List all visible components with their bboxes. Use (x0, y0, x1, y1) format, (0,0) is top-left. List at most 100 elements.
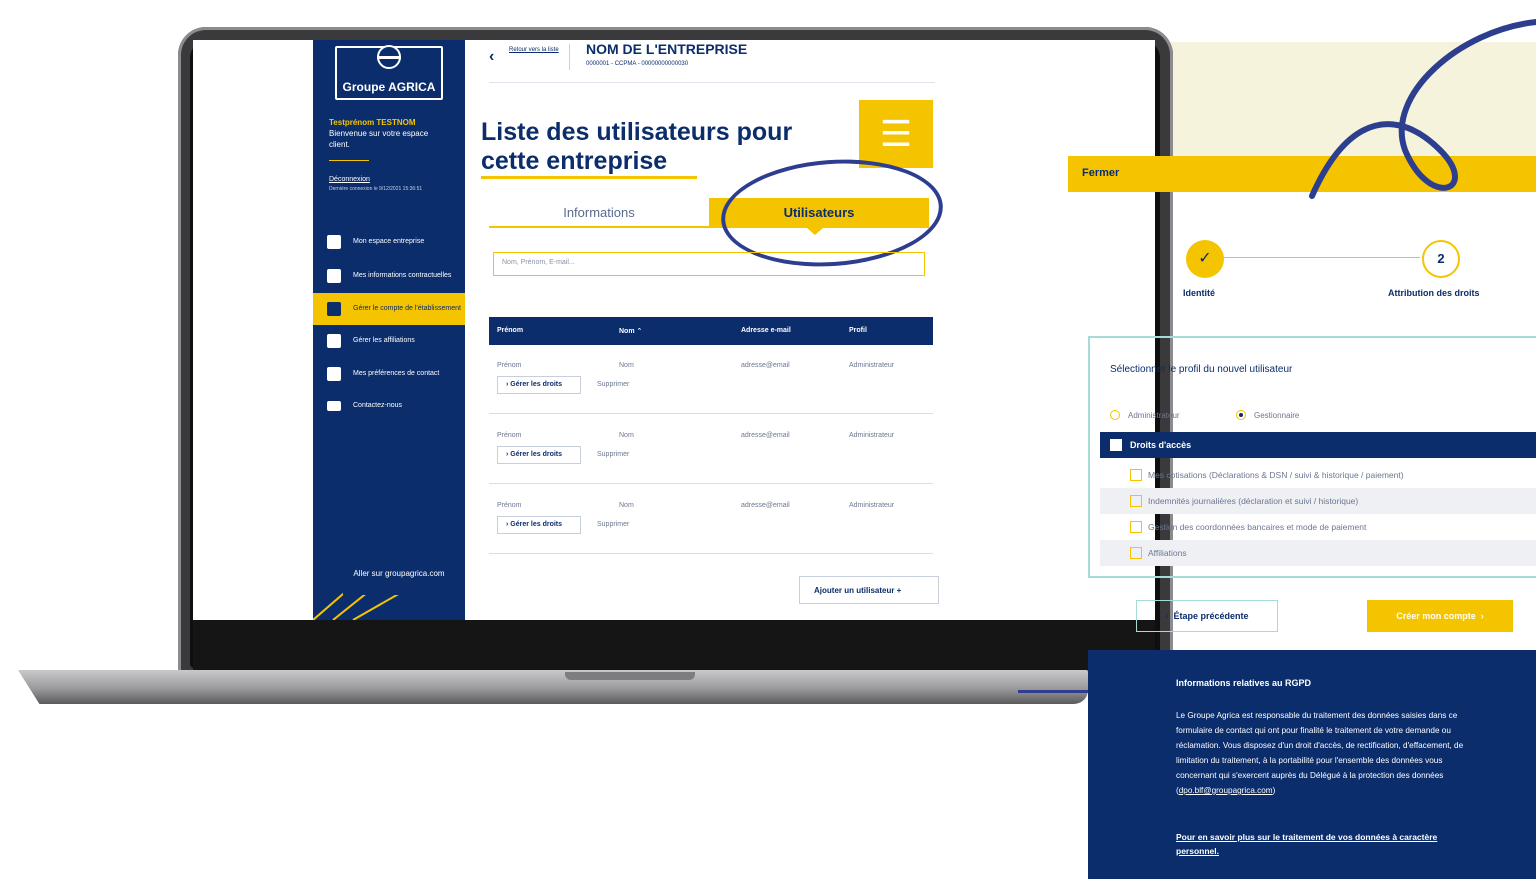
cell-nom: Nom (619, 432, 634, 439)
radio-selected-icon (1236, 410, 1246, 420)
logo-text: Groupe AGRICA (342, 80, 436, 94)
right-label: Gestion des coordonnées bancaires et mod… (1148, 522, 1367, 532)
form-title: Sélectionner le profil du nouvel utilisa… (1110, 364, 1293, 375)
sidebar-item-informations[interactable]: Mes informations contractuelles (313, 260, 465, 292)
delete-link[interactable]: Supprimer (597, 381, 629, 388)
checkbox-icon[interactable] (1130, 469, 1142, 481)
cell-prenom: Prénom (497, 362, 522, 369)
right-option[interactable]: Indemnités journalières (déclaration et … (1100, 488, 1536, 514)
document-icon (327, 367, 341, 381)
building-icon (327, 235, 341, 249)
sidebar-item-label: Contactez-nous (353, 402, 403, 409)
sidebar: Groupe AGRICA Testprénom TESTNOM Bienven… (313, 40, 465, 620)
cell-email: adresse@email (741, 432, 790, 439)
dpo-email-link[interactable]: dpo.blf@groupagrica.com (1179, 786, 1273, 795)
sidebar-item-label: Mon espace entreprise (353, 238, 425, 245)
chevron-left-icon[interactable]: ‹ (489, 48, 494, 66)
checkbox-icon[interactable] (1130, 495, 1142, 507)
sidebar-item-preferences[interactable]: Mes préférences de contact (313, 358, 465, 390)
rgpd-title: Informations relatives au RGPD (1176, 678, 1312, 688)
column-header[interactable]: Adresse e-mail (741, 327, 791, 334)
button-label: Gérer les droits (510, 451, 563, 458)
rgpd-text: Le Groupe Agrica est responsable du trai… (1176, 711, 1464, 795)
radio-label: Gestionnaire (1254, 410, 1300, 420)
mockup-stage: Groupe AGRICA Testprénom TESTNOM Bienven… (0, 0, 1536, 879)
rgpd-more-link[interactable]: Pour en savoir plus sur le traitement de… (1176, 830, 1476, 858)
cell-prenom: Prénom (497, 432, 522, 439)
delete-link[interactable]: Supprimer (597, 521, 629, 528)
company-name: NOM DE L'ENTREPRISE (586, 41, 748, 57)
laptop-notch (565, 672, 695, 680)
step-2-indicator: 2 (1422, 240, 1460, 278)
last-login: Dernière connexion le 9/12/2021 15:36:51 (329, 186, 423, 192)
cell-profil: Administrateur (849, 362, 895, 369)
checkbox-icon[interactable] (1130, 521, 1142, 533)
welcome-text: Bienvenue sur votre espace client. (329, 129, 429, 149)
decorative-accent (1018, 690, 1088, 693)
step-1-label: Identité (1183, 288, 1216, 298)
sidebar-item-label: Mes informations contractuelles (353, 272, 452, 279)
agrica-logo[interactable]: Groupe AGRICA (335, 45, 443, 100)
laptop-base (18, 670, 1088, 704)
sidebar-item-affiliations[interactable]: Gérer les affiliations (313, 325, 465, 357)
table-header: Prénom Nom ⌃ Adresse e-mail Profil (489, 317, 933, 345)
right-label: Indemnités journalières (déclaration et … (1148, 496, 1359, 506)
rights-header[interactable]: Droits d'accès (1100, 432, 1536, 458)
create-account-button[interactable]: Créer mon compte › (1367, 600, 1513, 632)
user-name: Testprénom TESTNOM (329, 118, 416, 127)
divider (569, 44, 570, 70)
right-option[interactable]: Affiliations (1100, 540, 1536, 566)
checkbox-icon[interactable] (1130, 547, 1142, 559)
table-row: Prénom Nom adresse@email Administrateur … (489, 418, 933, 484)
cell-nom: Nom (619, 362, 634, 369)
manage-rights-button[interactable]: › Gérer les droits (497, 446, 581, 464)
sidebar-item-espace-entreprise[interactable]: Mon espace entreprise (313, 226, 465, 258)
profile-form: Sélectionner le profil du nouvel utilisa… (1088, 336, 1536, 578)
table-row: Prénom Nom adresse@email Administrateur … (489, 488, 933, 554)
button-label: Étape précédente (1173, 611, 1249, 621)
company-identifier: 0000001 - CCPMA - 00000000000030 (586, 61, 689, 67)
column-header[interactable]: Profil (849, 327, 867, 334)
add-user-button[interactable]: Ajouter un utilisateur + (799, 576, 939, 604)
cell-email: adresse@email (741, 362, 790, 369)
laptop-screen: Groupe AGRICA Testprénom TESTNOM Bienven… (193, 40, 1155, 620)
step-2-label: Attribution des droits (1388, 288, 1480, 298)
button-label: Gérer les droits (510, 381, 563, 388)
right-option[interactable]: Mes cotisations (Déclarations & DSN / su… (1100, 462, 1536, 488)
cell-profil: Administrateur (849, 432, 895, 439)
delete-link[interactable]: Supprimer (597, 451, 629, 458)
logout-link[interactable]: Déconnexion (329, 176, 370, 183)
divider (489, 82, 935, 83)
previous-step-button[interactable]: ‹ Étape précédente (1136, 600, 1278, 632)
mail-icon (327, 401, 341, 411)
rights-header-label: Droits d'accès (1130, 440, 1192, 450)
divider (329, 160, 369, 161)
checkbox-icon[interactable] (1110, 439, 1122, 451)
right-option[interactable]: Gestion des coordonnées bancaires et mod… (1100, 514, 1536, 540)
radio-icon (1110, 410, 1120, 420)
logo-mark-icon (377, 45, 401, 69)
sidebar-item-gerer-compte[interactable]: Gérer le compte de l'établissement (313, 293, 465, 325)
radio-label: Administrateur (1128, 410, 1180, 420)
column-header[interactable]: Prénom (497, 327, 523, 334)
manage-rights-button[interactable]: › Gérer les droits (497, 376, 581, 394)
back-link[interactable]: Retour vers la liste (509, 47, 559, 54)
document-edit-icon (327, 334, 341, 348)
tab-informations[interactable]: Informations (489, 198, 709, 228)
right-label: Mes cotisations (Déclarations & DSN / su… (1148, 470, 1404, 480)
document-edit-icon (327, 269, 341, 283)
goto-groupagrica-link[interactable]: Aller sur groupagrica.com (343, 565, 455, 595)
sidebar-item-contact[interactable]: Contactez-nous (313, 390, 465, 422)
sidebar-item-label: Gérer les affiliations (353, 337, 415, 344)
manage-rights-button[interactable]: › Gérer les droits (497, 516, 581, 534)
close-label: Fermer (1082, 167, 1120, 179)
search-input[interactable]: Nom, Prénom, E-mail... (493, 252, 925, 276)
radio-gestionnaire[interactable]: Gestionnaire (1236, 410, 1299, 420)
column-header[interactable]: Nom ⌃ (619, 327, 642, 335)
step-done-check-icon: ✓ (1186, 240, 1224, 278)
radio-administrateur[interactable]: Administrateur (1110, 410, 1180, 420)
cell-prenom: Prénom (497, 502, 522, 509)
sidebar-item-label: Gérer le compte de l'établissement (353, 305, 461, 312)
rgpd-section: Informations relatives au RGPD Le Groupe… (1088, 650, 1536, 879)
user-list-icon: ☰ (859, 100, 933, 168)
